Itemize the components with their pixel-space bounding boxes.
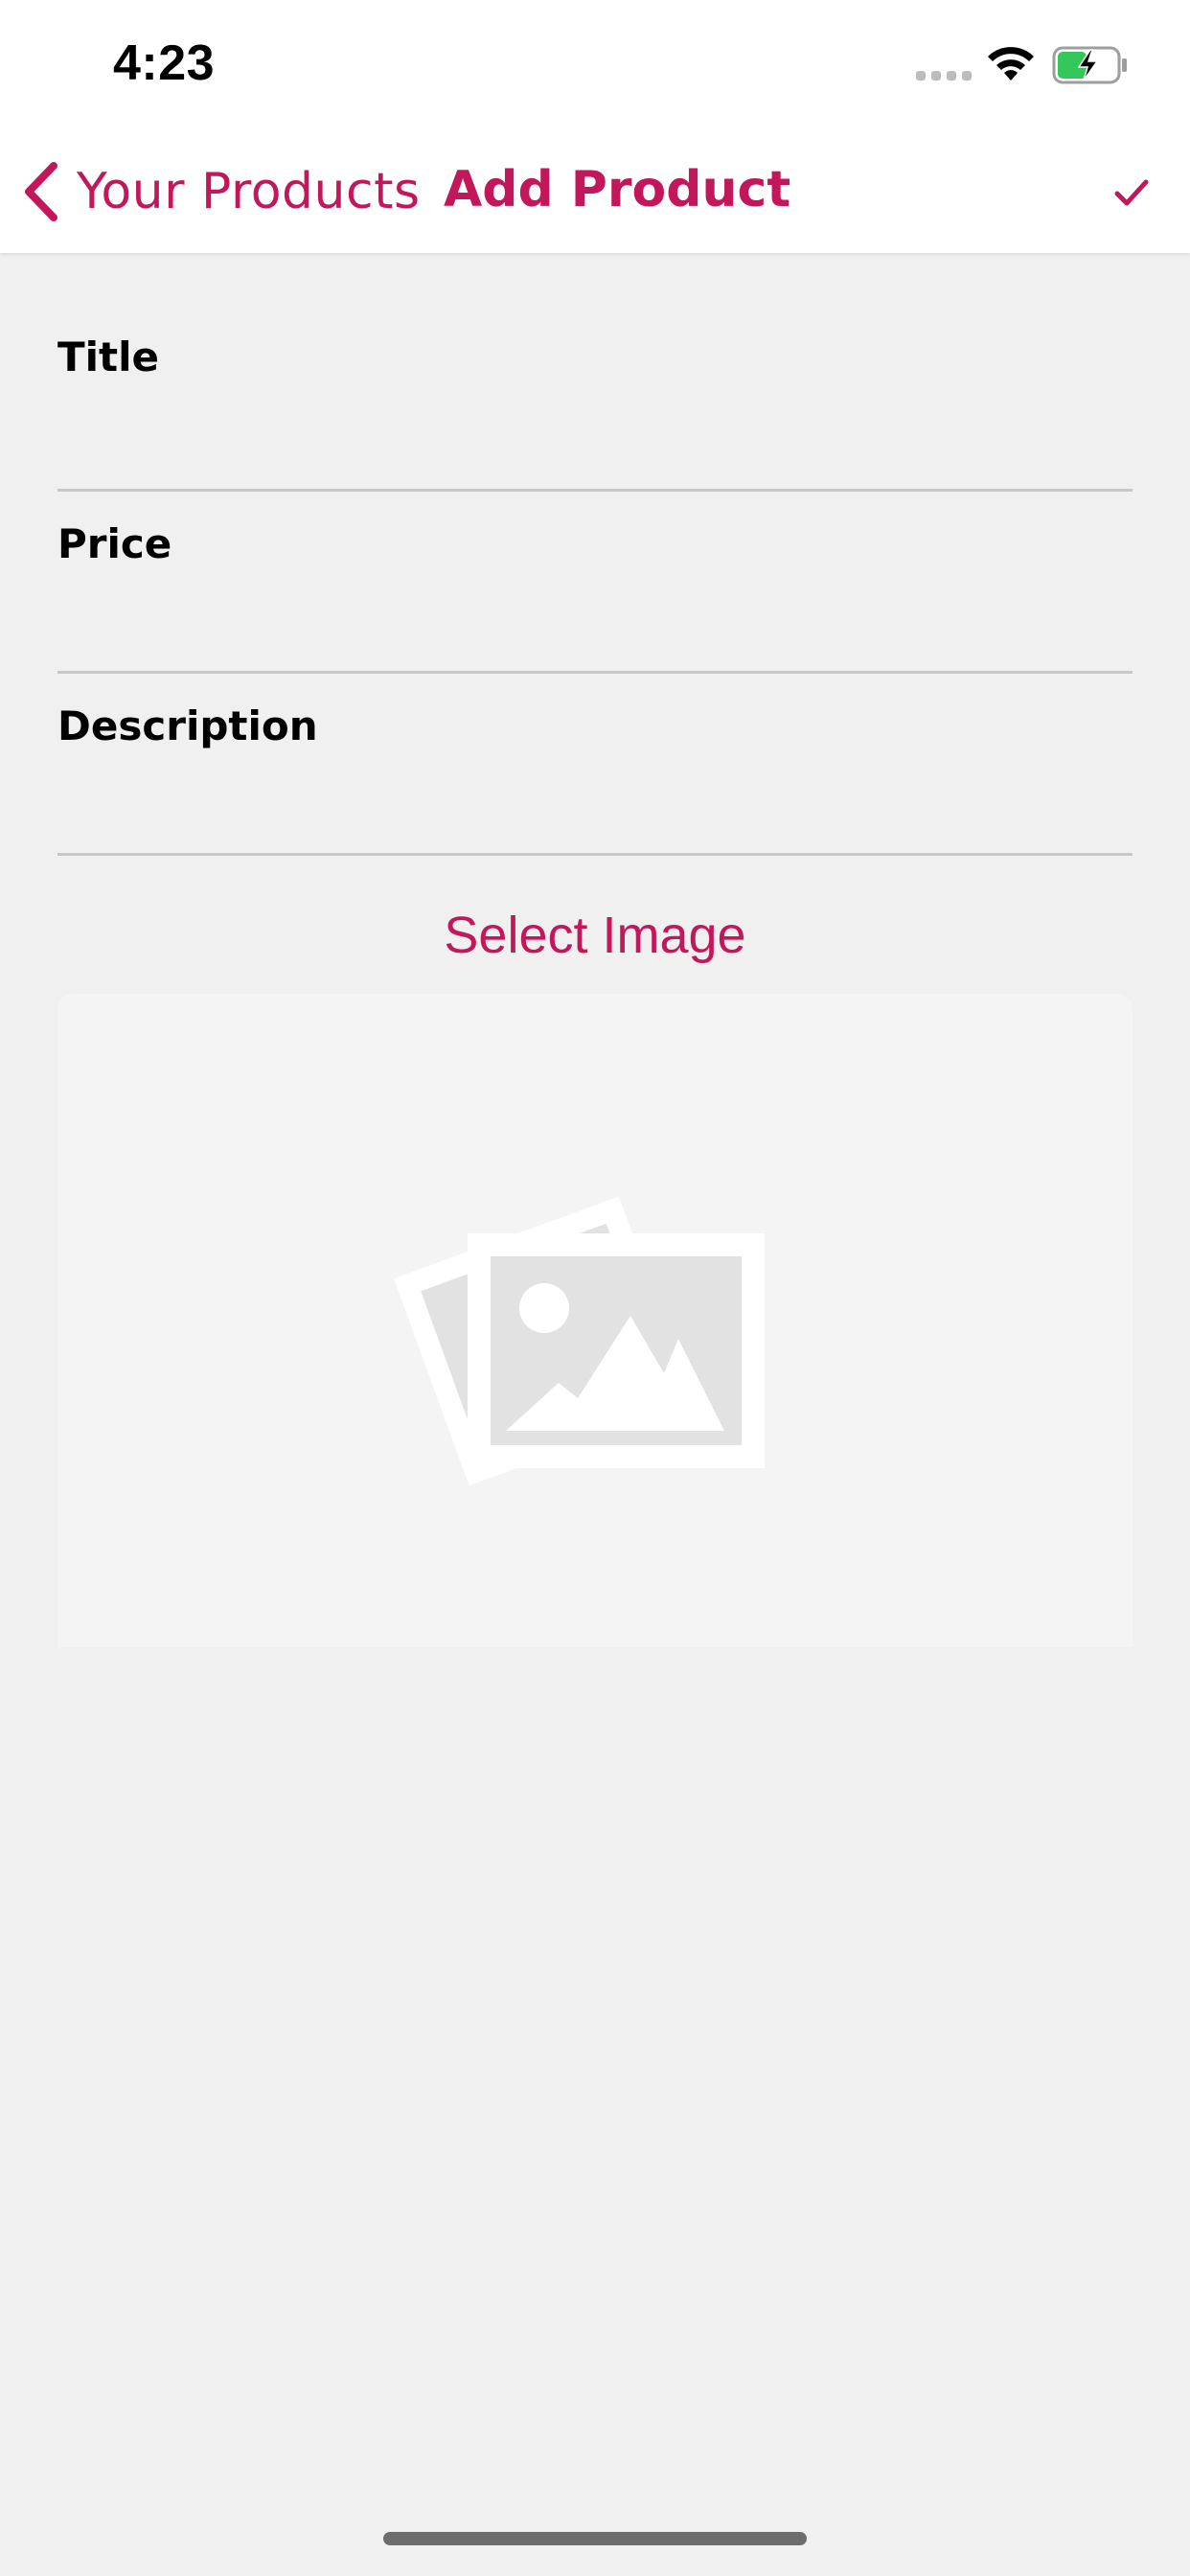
select-image-button[interactable]: Select Image xyxy=(0,906,1190,965)
title-field: Title xyxy=(57,307,1133,492)
signal-dots-icon xyxy=(916,71,972,80)
home-indicator xyxy=(383,2532,807,2545)
description-input[interactable] xyxy=(57,770,1133,817)
navigation-bar: Your Products Add Product xyxy=(0,125,1190,253)
status-bar: 4:23 xyxy=(0,0,1190,125)
save-button[interactable] xyxy=(1102,163,1159,220)
title-input[interactable] xyxy=(57,402,1133,450)
price-input[interactable] xyxy=(57,587,1133,635)
page-title: Add Product xyxy=(444,161,791,218)
description-field: Description xyxy=(57,674,1133,856)
back-button-label: Your Products xyxy=(77,163,421,220)
title-label: Title xyxy=(57,334,160,380)
image-placeholder-icon xyxy=(394,1196,765,1486)
wifi-icon xyxy=(988,47,1034,80)
price-field: Price xyxy=(57,492,1133,674)
image-preview[interactable] xyxy=(57,994,1133,1647)
description-label: Description xyxy=(57,702,318,749)
status-time: 4:23 xyxy=(113,35,216,91)
price-label: Price xyxy=(57,520,172,567)
battery-charging-icon xyxy=(1052,46,1127,84)
back-button[interactable]: Your Products xyxy=(19,153,421,230)
checkmark-icon xyxy=(1114,179,1149,206)
chevron-left-icon xyxy=(25,162,57,221)
